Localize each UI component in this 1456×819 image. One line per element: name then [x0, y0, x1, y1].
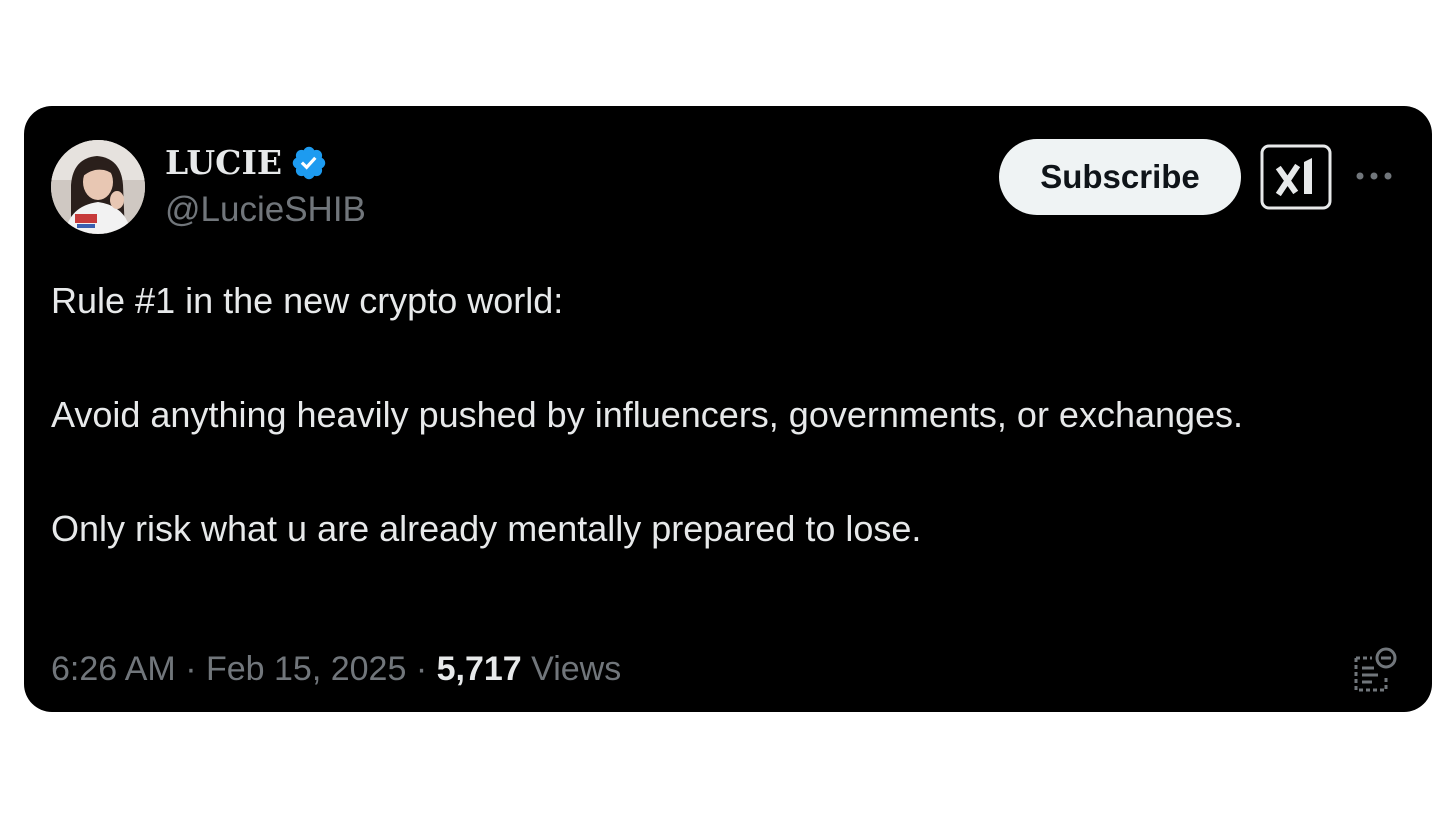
tweet-line: Rule #1 in the new crypto world:: [51, 280, 564, 321]
verified-badge-icon[interactable]: [290, 144, 328, 182]
author-handle[interactable]: @LucieSHIB: [165, 190, 366, 230]
author-name-row: LUCIE: [165, 144, 328, 182]
subscribe-button[interactable]: Subscribe: [999, 139, 1241, 215]
views-count: 5,717: [436, 650, 522, 688]
tweet-date[interactable]: Feb 15, 2025: [206, 650, 406, 688]
tweet-text: Rule #1 in the new crypto world: Avoid a…: [51, 272, 1271, 557]
more-horizontal-icon[interactable]: [1354, 164, 1394, 188]
avatar-image: [51, 140, 145, 234]
grok-logo-icon[interactable]: [1260, 144, 1332, 210]
tweet-card: LUCIE @LucieSHIB Subscribe Rule #1 in th…: [24, 106, 1432, 712]
display-name[interactable]: LUCIE: [165, 144, 282, 182]
tweet-line: Only risk what u are already mentally pr…: [51, 508, 922, 549]
meta-separator: ·: [185, 650, 197, 688]
tweet-line: Avoid anything heavily pushed by influen…: [51, 394, 1244, 435]
community-notes-icon[interactable]: [1350, 646, 1398, 694]
tweet-time[interactable]: 6:26 AM: [51, 650, 176, 688]
meta-separator: ·: [415, 650, 428, 688]
avatar[interactable]: [51, 140, 145, 234]
tweet-meta: 6:26 AM · Feb 15, 2025 · 5,717 Views: [51, 649, 621, 689]
views-label: Views: [531, 650, 622, 688]
